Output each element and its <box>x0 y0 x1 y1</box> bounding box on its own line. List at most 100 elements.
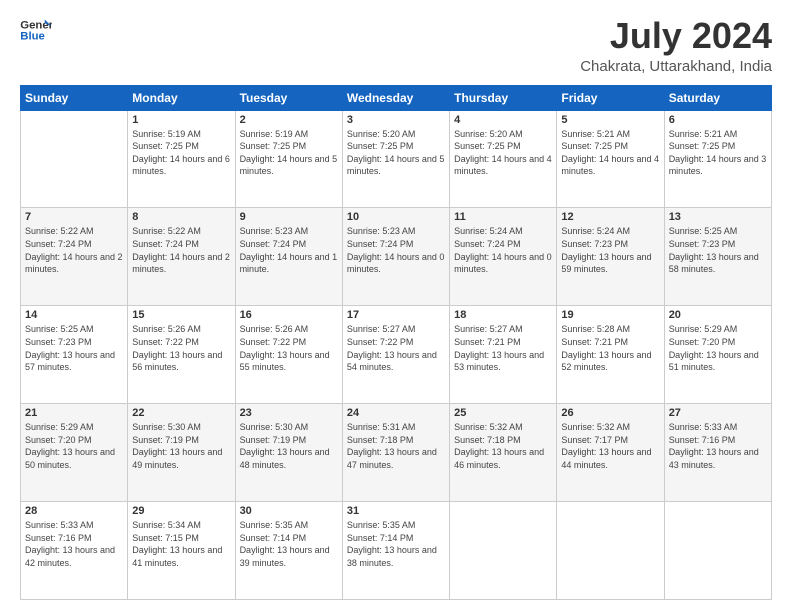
day-info: Sunrise: 5:29 AMSunset: 7:20 PMDaylight:… <box>25 421 123 471</box>
logo: General Blue <box>20 16 52 44</box>
table-row <box>664 502 771 600</box>
table-row: 22 Sunrise: 5:30 AMSunset: 7:19 PMDayligh… <box>128 404 235 502</box>
day-info: Sunrise: 5:35 AMSunset: 7:14 PMDaylight:… <box>240 519 338 569</box>
day-number: 5 <box>561 114 659 126</box>
table-row <box>450 502 557 600</box>
day-number: 22 <box>132 407 230 419</box>
calendar-week-row: 1 Sunrise: 5:19 AMSunset: 7:25 PMDaylight… <box>21 110 772 208</box>
table-row: 26Sunrise: 5:32 AMSunset: 7:17 PMDayligh… <box>557 404 664 502</box>
day-number: 9 <box>240 211 338 223</box>
day-info: Sunrise: 5:23 AMSunset: 7:24 PMDaylight:… <box>240 225 338 275</box>
table-row: 14 Sunrise: 5:25 AMSunset: 7:23 PMDayligh… <box>21 306 128 404</box>
day-number: 1 <box>132 114 230 126</box>
day-number: 20 <box>669 309 767 321</box>
day-info: Sunrise: 5:27 AMSunset: 7:21 PMDaylight:… <box>454 323 552 373</box>
col-friday: Friday <box>557 85 664 110</box>
day-number: 31 <box>347 505 445 517</box>
table-row: 10 Sunrise: 5:23 AMSunset: 7:24 PMDayligh… <box>342 208 449 306</box>
col-sunday: Sunday <box>21 85 128 110</box>
table-row: 24Sunrise: 5:31 AMSunset: 7:18 PMDayligh… <box>342 404 449 502</box>
day-info: Sunrise: 5:23 AMSunset: 7:24 PMDaylight:… <box>347 225 445 275</box>
table-row: 25Sunrise: 5:32 AMSunset: 7:18 PMDayligh… <box>450 404 557 502</box>
table-row: 27 Sunrise: 5:33 AMSunset: 7:16 PMDayligh… <box>664 404 771 502</box>
table-row: 1 Sunrise: 5:19 AMSunset: 7:25 PMDaylight… <box>128 110 235 208</box>
table-row <box>21 110 128 208</box>
table-row: 17 Sunrise: 5:27 AMSunset: 7:22 PMDayligh… <box>342 306 449 404</box>
header: General Blue July 2024 Chakrata, Uttarak… <box>20 16 772 75</box>
day-info: Sunrise: 5:20 AMSunset: 7:25 PMDaylight:… <box>347 128 445 178</box>
day-info: Sunrise: 5:22 AMSunset: 7:24 PMDaylight:… <box>132 225 230 275</box>
day-number: 15 <box>132 309 230 321</box>
day-number: 4 <box>454 114 552 126</box>
table-row: 16Sunrise: 5:26 AMSunset: 7:22 PMDayligh… <box>235 306 342 404</box>
day-number: 11 <box>454 211 552 223</box>
day-number: 8 <box>132 211 230 223</box>
table-row: 8 Sunrise: 5:22 AMSunset: 7:24 PMDaylight… <box>128 208 235 306</box>
day-info: Sunrise: 5:19 AMSunset: 7:25 PMDaylight:… <box>240 128 338 178</box>
day-info: Sunrise: 5:22 AMSunset: 7:24 PMDaylight:… <box>25 225 123 275</box>
table-row <box>557 502 664 600</box>
table-row: 30Sunrise: 5:35 AMSunset: 7:14 PMDayligh… <box>235 502 342 600</box>
table-row: 4Sunrise: 5:20 AMSunset: 7:25 PMDaylight… <box>450 110 557 208</box>
day-number: 2 <box>240 114 338 126</box>
day-info: Sunrise: 5:35 AMSunset: 7:14 PMDaylight:… <box>347 519 445 569</box>
table-row: 31 Sunrise: 5:35 AMSunset: 7:14 PMDayligh… <box>342 502 449 600</box>
table-row: 19 Sunrise: 5:28 AMSunset: 7:21 PMDayligh… <box>557 306 664 404</box>
table-row: 29 Sunrise: 5:34 AMSunset: 7:15 PMDayligh… <box>128 502 235 600</box>
day-info: Sunrise: 5:19 AMSunset: 7:25 PMDaylight:… <box>132 128 230 178</box>
calendar-week-row: 21 Sunrise: 5:29 AMSunset: 7:20 PMDayligh… <box>21 404 772 502</box>
table-row: 7 Sunrise: 5:22 AMSunset: 7:24 PMDaylight… <box>21 208 128 306</box>
svg-text:Blue: Blue <box>20 31 45 43</box>
day-info: Sunrise: 5:29 AMSunset: 7:20 PMDaylight:… <box>669 323 767 373</box>
day-number: 17 <box>347 309 445 321</box>
calendar-header-row: Sunday Monday Tuesday Wednesday Thursday… <box>21 85 772 110</box>
table-row: 6Sunrise: 5:21 AMSunset: 7:25 PMDaylight… <box>664 110 771 208</box>
day-number: 3 <box>347 114 445 126</box>
col-monday: Monday <box>128 85 235 110</box>
day-number: 12 <box>561 211 659 223</box>
col-thursday: Thursday <box>450 85 557 110</box>
day-number: 19 <box>561 309 659 321</box>
day-number: 10 <box>347 211 445 223</box>
day-info: Sunrise: 5:31 AMSunset: 7:18 PMDaylight:… <box>347 421 445 471</box>
day-info: Sunrise: 5:24 AMSunset: 7:23 PMDaylight:… <box>561 225 659 275</box>
day-number: 26 <box>561 407 659 419</box>
day-info: Sunrise: 5:24 AMSunset: 7:24 PMDaylight:… <box>454 225 552 275</box>
table-row: 23Sunrise: 5:30 AMSunset: 7:19 PMDayligh… <box>235 404 342 502</box>
col-saturday: Saturday <box>664 85 771 110</box>
day-number: 29 <box>132 505 230 517</box>
day-info: Sunrise: 5:26 AMSunset: 7:22 PMDaylight:… <box>132 323 230 373</box>
day-info: Sunrise: 5:28 AMSunset: 7:21 PMDaylight:… <box>561 323 659 373</box>
calendar-table: Sunday Monday Tuesday Wednesday Thursday… <box>20 85 772 600</box>
subtitle: Chakrata, Uttarakhand, India <box>580 58 772 75</box>
day-info: Sunrise: 5:32 AMSunset: 7:18 PMDaylight:… <box>454 421 552 471</box>
day-number: 16 <box>240 309 338 321</box>
day-info: Sunrise: 5:33 AMSunset: 7:16 PMDaylight:… <box>669 421 767 471</box>
col-tuesday: Tuesday <box>235 85 342 110</box>
day-info: Sunrise: 5:21 AMSunset: 7:25 PMDaylight:… <box>669 128 767 178</box>
svg-text:General: General <box>20 19 52 31</box>
day-info: Sunrise: 5:27 AMSunset: 7:22 PMDaylight:… <box>347 323 445 373</box>
day-info: Sunrise: 5:33 AMSunset: 7:16 PMDaylight:… <box>25 519 123 569</box>
table-row: 21 Sunrise: 5:29 AMSunset: 7:20 PMDayligh… <box>21 404 128 502</box>
day-number: 21 <box>25 407 123 419</box>
table-row: 15 Sunrise: 5:26 AMSunset: 7:22 PMDayligh… <box>128 306 235 404</box>
table-row: 13Sunrise: 5:25 AMSunset: 7:23 PMDayligh… <box>664 208 771 306</box>
title-block: July 2024 Chakrata, Uttarakhand, India <box>580 16 772 75</box>
day-info: Sunrise: 5:30 AMSunset: 7:19 PMDaylight:… <box>132 421 230 471</box>
page: General Blue July 2024 Chakrata, Uttarak… <box>0 0 792 612</box>
day-info: Sunrise: 5:25 AMSunset: 7:23 PMDaylight:… <box>25 323 123 373</box>
day-number: 14 <box>25 309 123 321</box>
day-info: Sunrise: 5:34 AMSunset: 7:15 PMDaylight:… <box>132 519 230 569</box>
day-number: 23 <box>240 407 338 419</box>
day-number: 7 <box>25 211 123 223</box>
day-info: Sunrise: 5:21 AMSunset: 7:25 PMDaylight:… <box>561 128 659 178</box>
day-number: 28 <box>25 505 123 517</box>
calendar-week-row: 14 Sunrise: 5:25 AMSunset: 7:23 PMDayligh… <box>21 306 772 404</box>
table-row: 5 Sunrise: 5:21 AMSunset: 7:25 PMDaylight… <box>557 110 664 208</box>
calendar-week-row: 7 Sunrise: 5:22 AMSunset: 7:24 PMDaylight… <box>21 208 772 306</box>
table-row: 11 Sunrise: 5:24 AMSunset: 7:24 PMDayligh… <box>450 208 557 306</box>
day-info: Sunrise: 5:25 AMSunset: 7:23 PMDaylight:… <box>669 225 767 275</box>
table-row: 18Sunrise: 5:27 AMSunset: 7:21 PMDayligh… <box>450 306 557 404</box>
day-number: 27 <box>669 407 767 419</box>
